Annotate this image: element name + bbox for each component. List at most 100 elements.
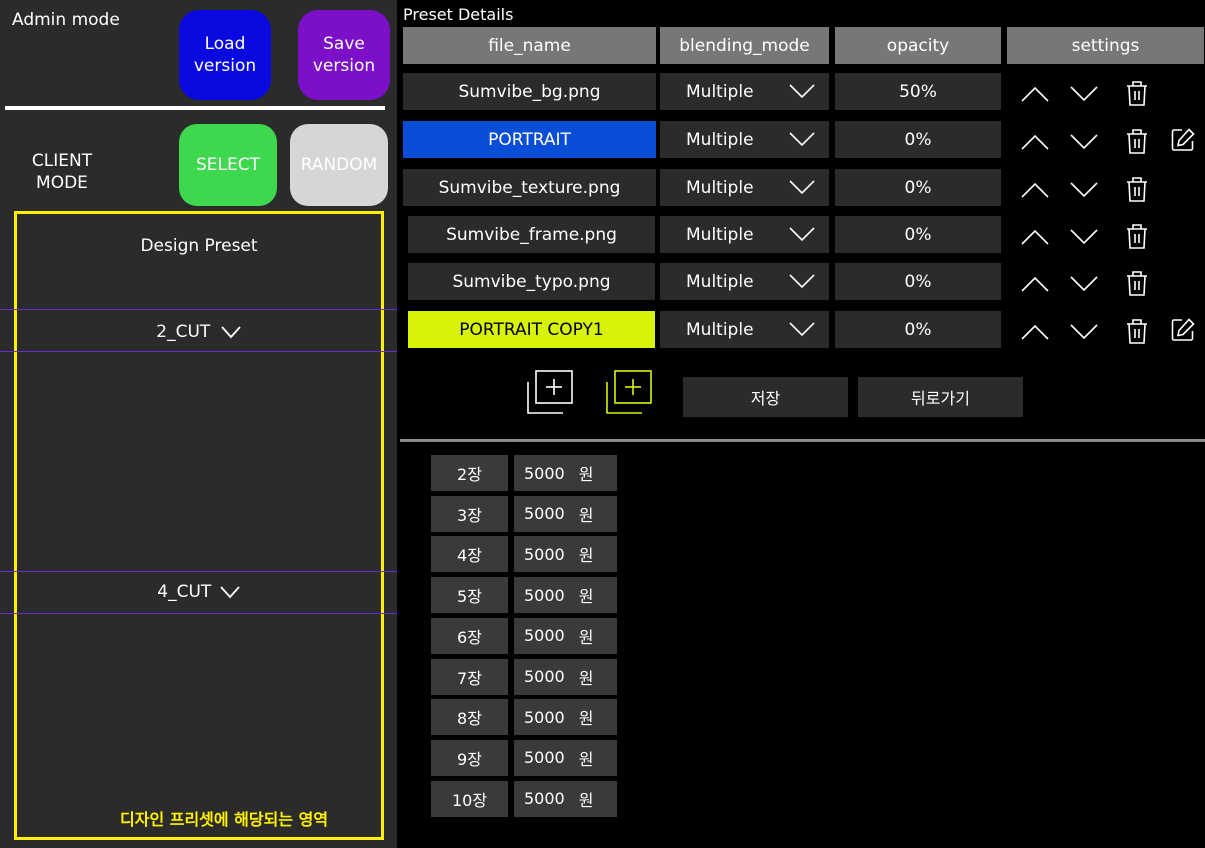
delete-button[interactable] (1125, 317, 1149, 349)
client-mode-label: CLIENT MODE (31, 151, 93, 193)
price-field[interactable]: 5000 원 (514, 495, 617, 532)
chevron-up-icon (1020, 229, 1050, 250)
price-field[interactable]: 5000 원 (514, 699, 617, 736)
price-field[interactable]: 5000 원 (514, 617, 617, 654)
blending-mode-dropdown[interactable]: Multiple (660, 216, 829, 253)
price-count: 4장 (431, 536, 508, 573)
opacity-cell[interactable]: 0% (835, 169, 1001, 206)
cut4-dropdown[interactable]: 4_CUT (14, 582, 384, 602)
design-preset-title: Design Preset (140, 236, 258, 256)
chevron-down-icon (1069, 134, 1099, 155)
price-field[interactable]: 5000 원 (514, 739, 617, 776)
file-name-cell[interactable]: PORTRAIT COPY1 (408, 311, 655, 348)
blending-mode-value: Multiple (686, 177, 754, 198)
blending-mode-value: Multiple (686, 271, 754, 292)
price-amount: 5000 (524, 626, 565, 646)
price-unit: 원 (578, 668, 594, 688)
move-down-button[interactable] (1069, 133, 1099, 155)
header-blending-mode: blending_mode (660, 27, 829, 64)
price-amount: 5000 (524, 463, 565, 483)
opacity-cell[interactable]: 0% (835, 121, 1001, 158)
design-preset-area (14, 211, 384, 840)
trash-icon (1125, 224, 1149, 254)
move-down-button[interactable] (1069, 323, 1099, 345)
opacity-cell[interactable]: 0% (835, 311, 1001, 348)
move-down-button[interactable] (1069, 228, 1099, 250)
blending-mode-value: Multiple (686, 81, 754, 102)
price-amount: 5000 (524, 585, 565, 605)
edit-button[interactable] (1170, 127, 1196, 157)
delete-button[interactable] (1125, 175, 1149, 207)
save-version-button[interactable]: Save version (298, 10, 390, 100)
file-name-cell[interactable]: Sumvibe_typo.png (408, 263, 655, 300)
move-down-button[interactable] (1069, 275, 1099, 297)
blending-mode-dropdown[interactable]: Multiple (660, 73, 829, 110)
price-count: 3장 (431, 495, 508, 532)
price-field[interactable]: 5000 원 (514, 577, 617, 614)
blending-mode-value: Multiple (686, 129, 754, 150)
divider (0, 309, 397, 310)
blending-mode-dropdown[interactable]: Multiple (660, 169, 829, 206)
chevron-up-icon (1020, 276, 1050, 297)
chevron-down-icon (1069, 324, 1099, 345)
random-button[interactable]: RANDOM (290, 124, 388, 206)
price-amount: 5000 (524, 789, 565, 809)
save-button[interactable]: 저장 (683, 377, 848, 417)
blending-mode-dropdown[interactable]: Multiple (660, 121, 829, 158)
price-amount: 5000 (524, 504, 565, 524)
price-count: 6장 (431, 617, 508, 654)
price-field[interactable]: 5000 원 (514, 780, 617, 817)
chevron-down-icon (789, 180, 815, 195)
file-name-cell[interactable]: Sumvibe_bg.png (403, 73, 656, 110)
preset-details-title: Preset Details (403, 5, 514, 24)
price-amount: 5000 (524, 544, 565, 564)
chevron-up-icon (1020, 182, 1050, 203)
price-field[interactable]: 5000 원 (514, 658, 617, 695)
blending-mode-dropdown[interactable]: Multiple (660, 263, 829, 300)
move-down-button[interactable] (1069, 181, 1099, 203)
design-area-note: 디자인 프리셋에 해당되는 영역 (120, 810, 329, 829)
price-field[interactable]: 5000 원 (514, 455, 617, 491)
chevron-up-icon (1020, 324, 1050, 345)
opacity-cell[interactable]: 50% (835, 73, 1001, 110)
price-unit: 원 (578, 627, 594, 647)
add-portrait-icon[interactable] (602, 368, 656, 418)
divider (0, 351, 397, 352)
opacity-cell[interactable]: 0% (835, 216, 1001, 253)
divider (0, 613, 397, 614)
back-button[interactable]: 뒤로가기 (858, 377, 1023, 417)
move-up-button[interactable] (1020, 275, 1050, 297)
chevron-down-icon (789, 322, 815, 337)
cut2-dropdown[interactable]: 2_CUT (14, 322, 384, 342)
move-up-button[interactable] (1020, 323, 1050, 345)
file-name-cell[interactable]: PORTRAIT (403, 121, 656, 158)
move-up-button[interactable] (1020, 228, 1050, 250)
move-up-button[interactable] (1020, 133, 1050, 155)
edit-icon (1170, 318, 1196, 347)
delete-button[interactable] (1125, 222, 1149, 254)
delete-button[interactable] (1125, 127, 1149, 159)
select-button[interactable]: SELECT (179, 124, 277, 206)
load-version-button[interactable]: Load version (179, 10, 271, 100)
price-amount: 5000 (524, 748, 565, 768)
delete-button[interactable] (1125, 269, 1149, 301)
trash-icon (1125, 319, 1149, 349)
chevron-down-icon (1069, 182, 1099, 203)
file-name-cell[interactable]: Sumvibe_texture.png (403, 169, 656, 206)
cut2-label: 2_CUT (156, 322, 211, 342)
add-layer-icon[interactable] (523, 368, 577, 418)
opacity-cell[interactable]: 0% (835, 263, 1001, 300)
blending-mode-dropdown[interactable]: Multiple (660, 311, 829, 348)
move-up-button[interactable] (1020, 181, 1050, 203)
price-count: 9장 (431, 739, 508, 776)
price-field[interactable]: 5000 원 (514, 536, 617, 573)
file-name-cell[interactable]: Sumvibe_frame.png (408, 216, 655, 253)
move-down-button[interactable] (1069, 85, 1099, 107)
trash-icon (1125, 271, 1149, 301)
delete-button[interactable] (1125, 79, 1149, 111)
move-up-button[interactable] (1020, 85, 1050, 107)
chevron-up-icon (1020, 134, 1050, 155)
divider (400, 439, 1205, 442)
edit-button[interactable] (1170, 317, 1196, 347)
header-settings: settings (1007, 27, 1204, 64)
